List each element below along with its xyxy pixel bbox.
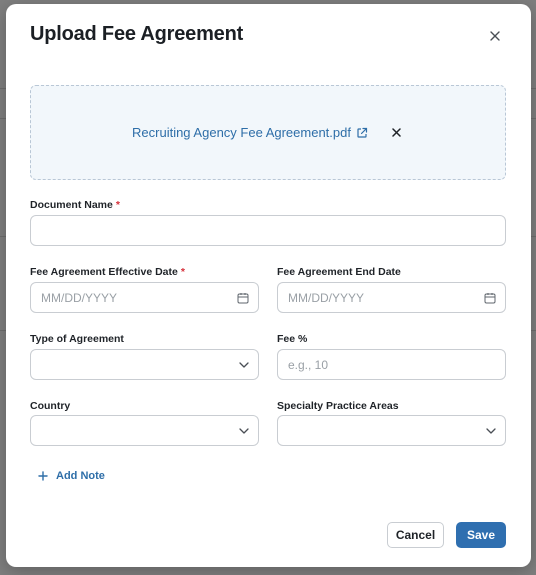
dropdown-toggle[interactable] xyxy=(239,361,249,368)
remove-file-button[interactable] xyxy=(390,126,404,140)
calendar-button[interactable] xyxy=(484,292,496,304)
calendar-icon xyxy=(237,292,249,303)
add-note-button[interactable]: Add Note xyxy=(38,470,105,482)
required-marker: * xyxy=(115,199,120,211)
calendar-icon xyxy=(484,292,496,303)
close-icon xyxy=(392,128,402,137)
document-name-input[interactable] xyxy=(41,223,495,238)
external-link-icon xyxy=(357,127,368,138)
end-date-input[interactable] xyxy=(288,290,495,305)
type-of-agreement-select[interactable] xyxy=(30,349,259,380)
fee-percent-input[interactable] xyxy=(288,357,495,372)
dropdown-toggle[interactable] xyxy=(239,427,249,434)
fee-percent-label: Fee % xyxy=(277,333,308,345)
close-icon xyxy=(490,31,500,41)
dropdown-toggle[interactable] xyxy=(486,427,496,434)
close-dialog-button[interactable] xyxy=(485,26,505,46)
effective-date-label: Fee Agreement Effective Date * xyxy=(30,266,185,278)
specialty-practice-areas-label: Specialty Practice Areas xyxy=(277,400,399,412)
effective-date-field[interactable] xyxy=(30,282,259,313)
document-name-field[interactable] xyxy=(30,215,506,246)
chevron-down-icon xyxy=(239,361,249,368)
dialog-title: Upload Fee Agreement xyxy=(30,23,244,45)
document-name-label: Document Name * xyxy=(30,199,120,211)
effective-date-label-text: Fee Agreement Effective Date xyxy=(30,266,178,278)
effective-date-input[interactable] xyxy=(41,290,248,305)
end-date-label: Fee Agreement End Date xyxy=(277,266,401,278)
chevron-down-icon xyxy=(486,427,496,434)
country-label: Country xyxy=(30,400,71,412)
save-button[interactable]: Save xyxy=(456,522,506,548)
upload-fee-agreement-dialog: Upload Fee Agreement Recruiting Agency F… xyxy=(6,4,531,567)
specialty-practice-areas-select[interactable] xyxy=(277,415,506,446)
required-marker: * xyxy=(180,266,185,278)
chevron-down-icon xyxy=(239,427,249,434)
calendar-button[interactable] xyxy=(237,292,249,304)
uploaded-file-name: Recruiting Agency Fee Agreement.pdf xyxy=(132,125,351,140)
cancel-button[interactable]: Cancel xyxy=(387,522,444,548)
file-dropzone[interactable]: Recruiting Agency Fee Agreement.pdf xyxy=(30,85,506,180)
plus-icon xyxy=(38,471,48,481)
add-note-label: Add Note xyxy=(56,470,105,482)
type-of-agreement-label: Type of Agreement xyxy=(30,333,124,345)
uploaded-file-link[interactable]: Recruiting Agency Fee Agreement.pdf xyxy=(132,125,368,140)
fee-percent-field[interactable] xyxy=(277,349,506,380)
document-name-label-text: Document Name xyxy=(30,199,113,211)
end-date-field[interactable] xyxy=(277,282,506,313)
country-select[interactable] xyxy=(30,415,259,446)
